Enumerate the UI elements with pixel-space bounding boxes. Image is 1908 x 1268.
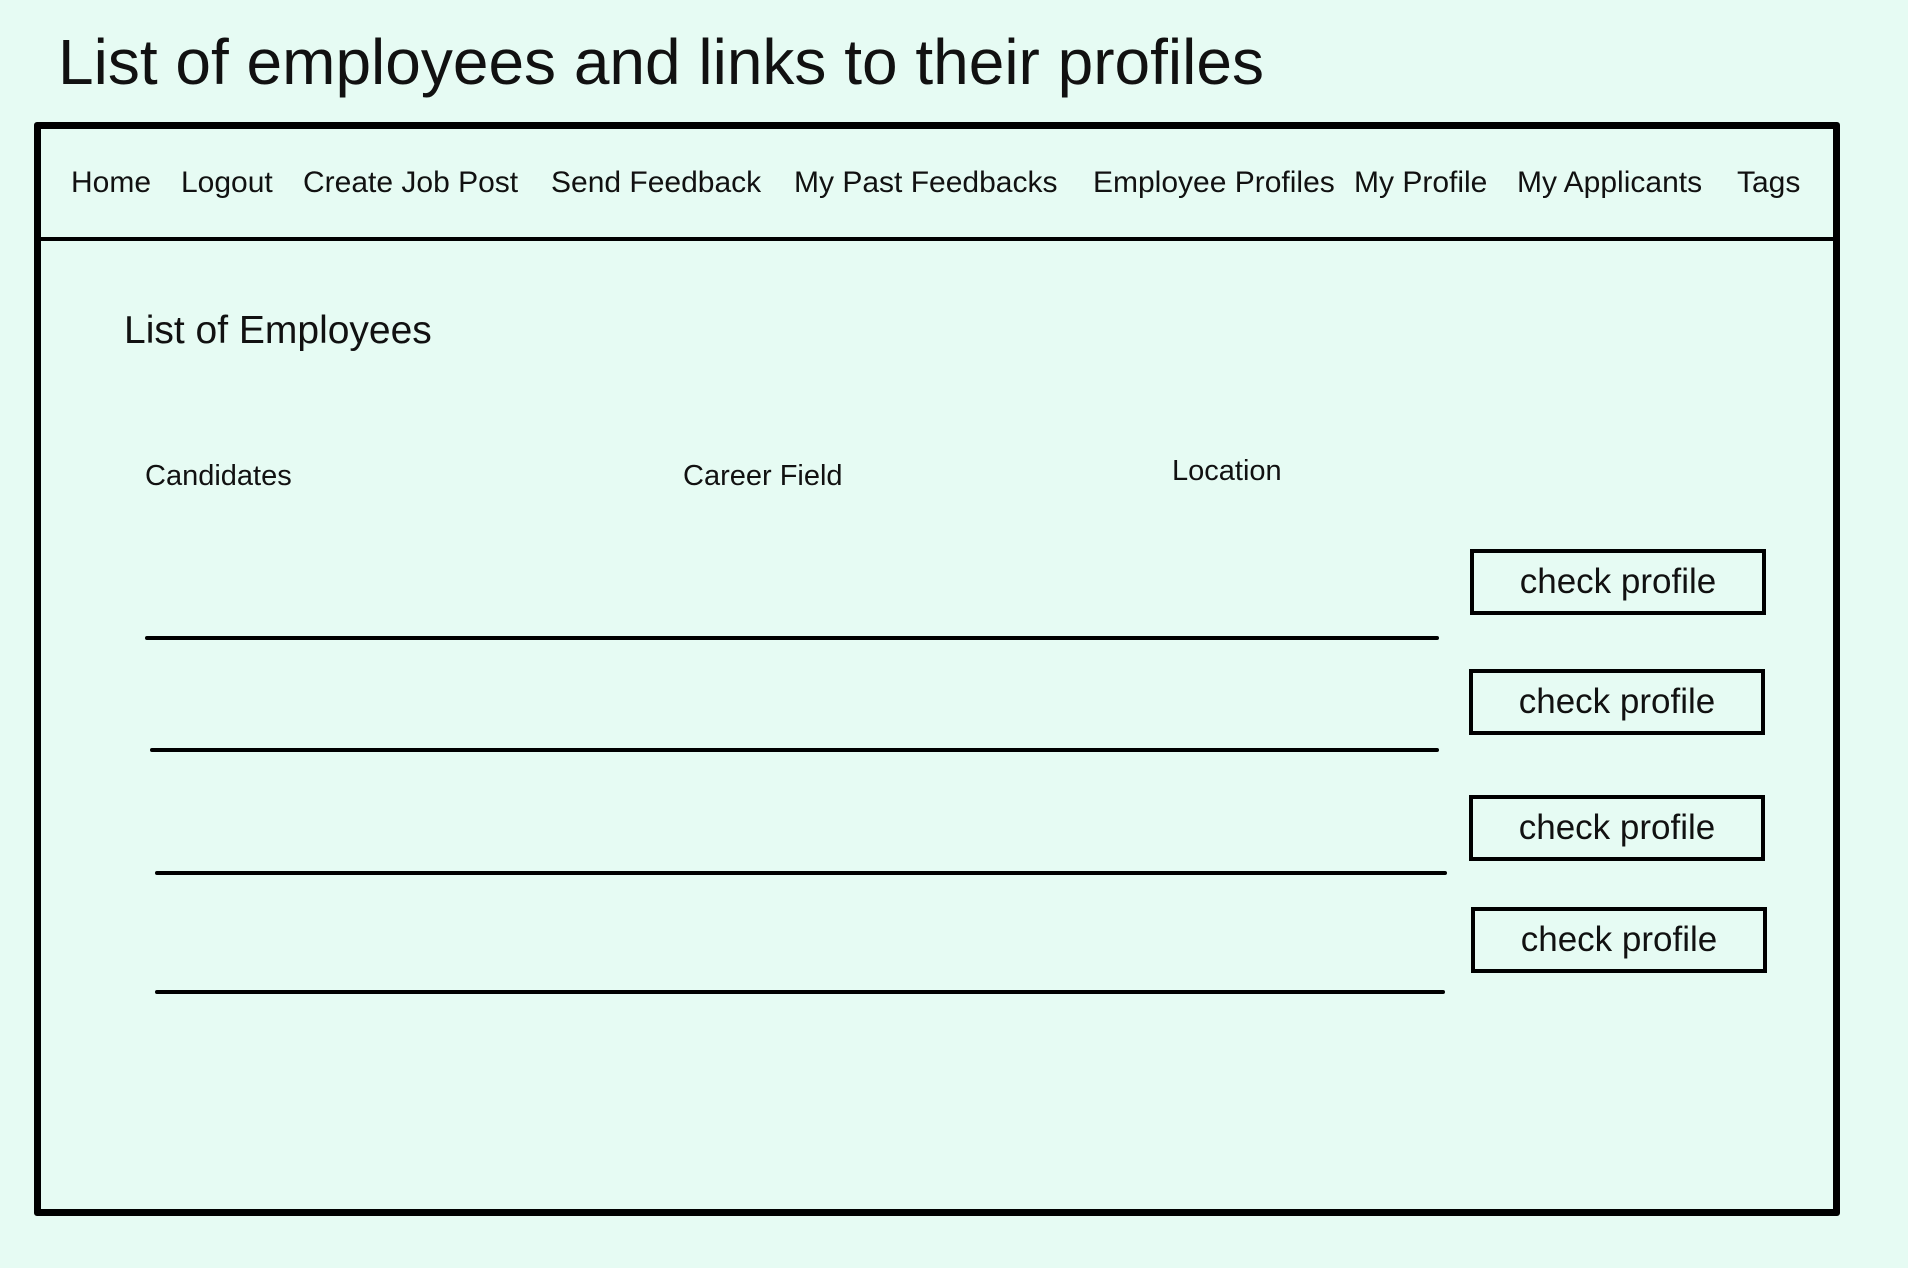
nav-my-profile-link[interactable]: My Profile [1354, 165, 1487, 201]
column-header-career-field: Career Field [683, 460, 843, 492]
nav-create-job-post-link[interactable]: Create Job Post [303, 165, 518, 201]
table-row-divider [155, 871, 1447, 875]
app-window: Home Logout Create Job Post Send Feedbac… [34, 122, 1840, 1216]
table-row-divider [155, 990, 1445, 994]
check-profile-button[interactable]: check profile [1469, 669, 1765, 735]
navbar: Home Logout Create Job Post Send Feedbac… [41, 129, 1833, 241]
nav-my-past-feedbacks-link[interactable]: My Past Feedbacks [794, 165, 1057, 201]
page: List of employees and links to their pro… [0, 0, 1908, 1268]
check-profile-button[interactable]: check profile [1470, 549, 1766, 615]
page-title: List of employees and links to their pro… [58, 26, 1264, 98]
table-row-divider [150, 748, 1439, 752]
nav-home-link[interactable]: Home [71, 165, 151, 201]
nav-my-applicants-link[interactable]: My Applicants [1517, 165, 1702, 201]
table-row-divider [145, 636, 1439, 640]
column-header-candidates: Candidates [145, 460, 292, 492]
nav-send-feedback-link[interactable]: Send Feedback [551, 165, 761, 201]
section-title: List of Employees [124, 309, 432, 352]
check-profile-button[interactable]: check profile [1469, 795, 1765, 861]
nav-employee-profiles-link[interactable]: Employee Profiles [1093, 165, 1335, 201]
check-profile-button[interactable]: check profile [1471, 907, 1767, 973]
nav-logout-link[interactable]: Logout [181, 165, 273, 201]
column-header-location: Location [1172, 455, 1282, 487]
nav-tags-link[interactable]: Tags [1737, 165, 1800, 201]
